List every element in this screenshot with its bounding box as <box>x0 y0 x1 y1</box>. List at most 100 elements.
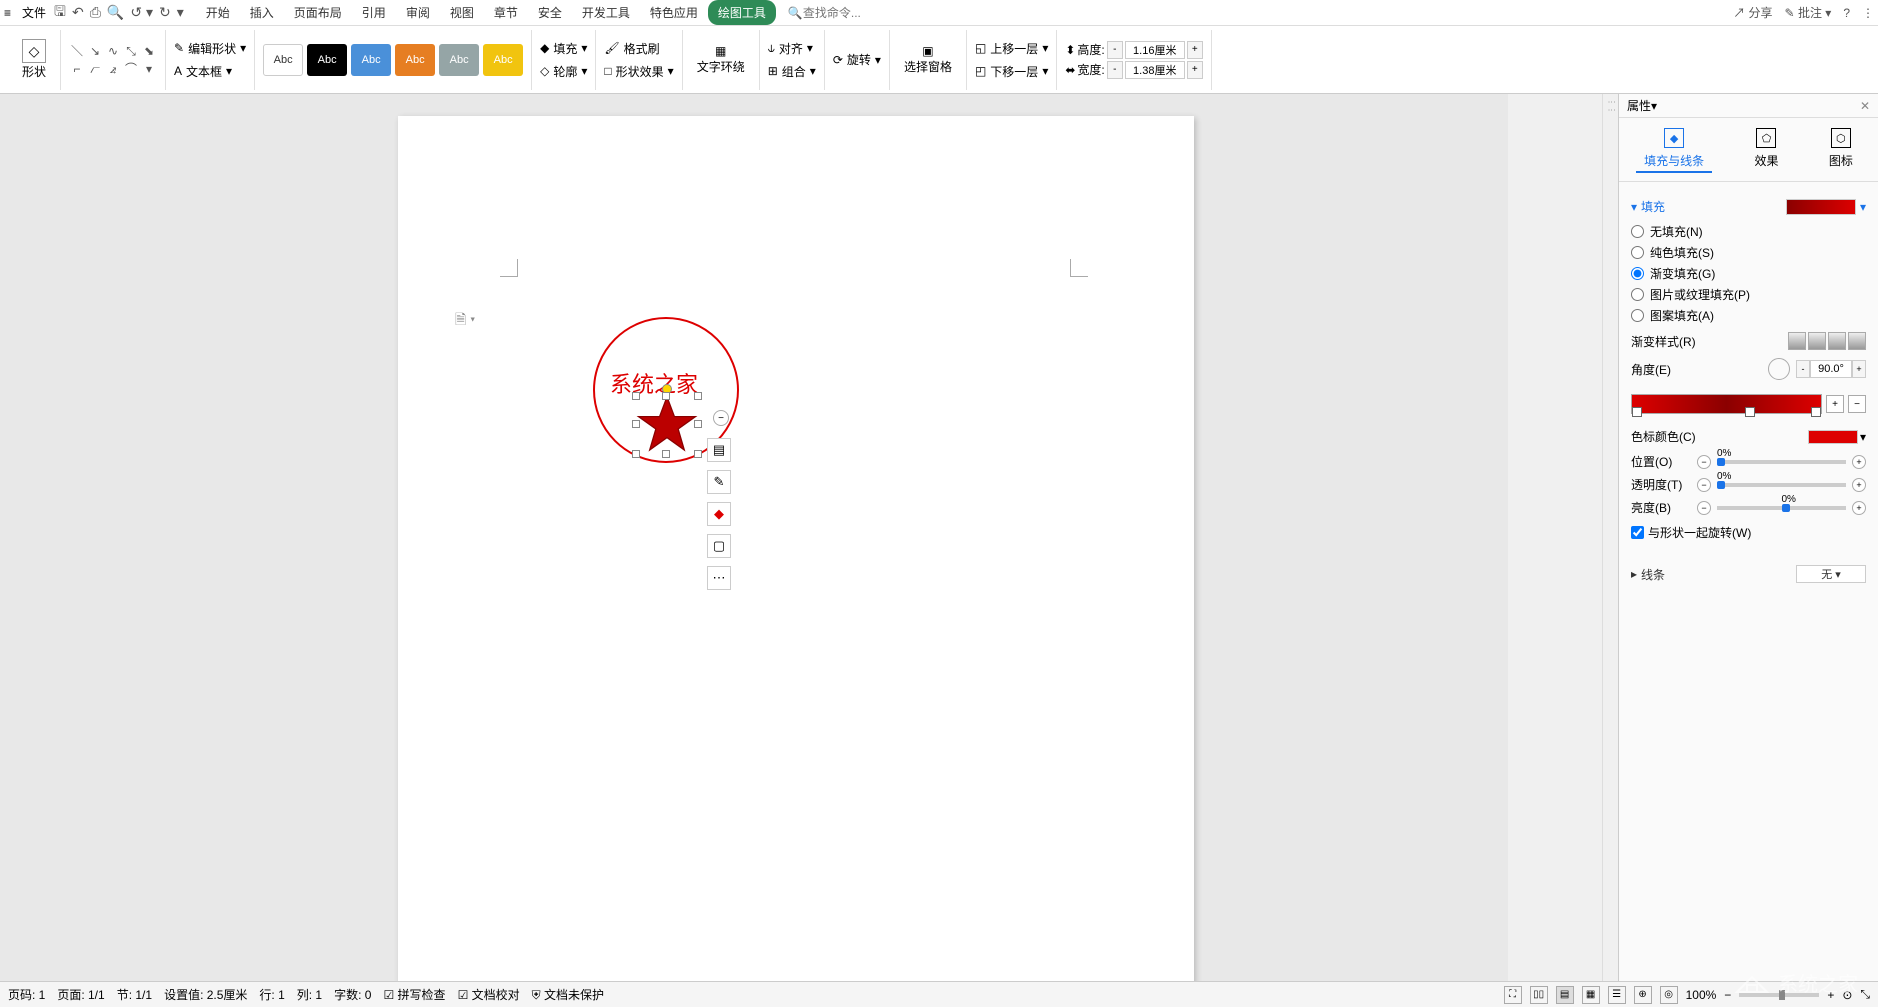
fit-icon[interactable]: ⊙ <box>1842 988 1852 1002</box>
corner-icon[interactable]: ⤡ <box>1860 987 1870 1002</box>
more-icon[interactable]: ⋮ <box>1862 6 1874 20</box>
rotate-button[interactable]: ⟳ 旋转 ▾ <box>833 49 881 70</box>
shape-dropdown[interactable]: ◇ 形状 <box>16 37 52 82</box>
zigzag2-shape[interactable]: ⦨ <box>105 61 121 77</box>
solid-fill-radio[interactable]: 纯色填充(S) <box>1631 244 1866 261</box>
print-preview-icon[interactable]: 🔍 <box>107 4 124 21</box>
star-shape-selected[interactable] <box>636 394 698 454</box>
page-break-indicator[interactable]: 🗎 ▾ <box>455 309 475 333</box>
grad-rect[interactable] <box>1828 332 1846 350</box>
panel-close-icon[interactable]: ✕ <box>1860 99 1870 113</box>
tab-security[interactable]: 安全 <box>528 0 572 25</box>
stop-color-dropdown[interactable]: ▾ <box>1860 430 1866 444</box>
send-backward-button[interactable]: ◰ 下移一层 ▾ <box>975 61 1048 82</box>
tab-icon[interactable]: ⬡ 图标 <box>1821 126 1861 173</box>
line-section-toggle[interactable]: ▸ 线条 无 ▾ <box>1631 565 1866 583</box>
style-6[interactable]: Abc <box>483 44 523 76</box>
float-fill-icon[interactable]: ◆ <box>707 502 731 526</box>
gradient-fill-radio[interactable]: 渐变填充(G) <box>1631 265 1866 282</box>
shape-effect-button[interactable]: □ 形状效果 ▾ <box>604 61 673 82</box>
redo-icon[interactable]: ↻ <box>159 4 171 21</box>
width-incr[interactable]: + <box>1187 61 1203 79</box>
fill-color-chip[interactable] <box>1786 199 1856 215</box>
help-icon[interactable]: ? <box>1843 6 1850 20</box>
pos-incr[interactable]: + <box>1852 455 1866 469</box>
format-painter-button[interactable]: 🖌 格式刷 <box>604 38 673 59</box>
sel-handle-mr[interactable] <box>694 420 702 428</box>
tab-insert[interactable]: 插入 <box>240 0 284 25</box>
brightness-slider[interactable]: 0% <box>1717 506 1846 510</box>
focus-icon[interactable]: ◎ <box>1660 986 1678 1004</box>
print-icon[interactable]: ⎙ <box>90 4 101 21</box>
status-section[interactable]: 节: 1/1 <box>117 986 152 1003</box>
pos-decr[interactable]: − <box>1697 455 1711 469</box>
panel-collapse-strip[interactable]: ⋮⋮ <box>1602 94 1618 981</box>
stop-color-chip[interactable] <box>1808 430 1858 444</box>
style-2[interactable]: Abc <box>307 44 347 76</box>
line-shape[interactable]: ＼ <box>69 43 85 59</box>
style-5[interactable]: Abc <box>439 44 479 76</box>
float-more-icon[interactable]: ⋯ <box>707 566 731 590</box>
line-style-select[interactable]: 无 ▾ <box>1796 565 1866 583</box>
elbow-shape[interactable]: ⌐ <box>69 61 85 77</box>
tab-drawing-tools[interactable]: 绘图工具 <box>708 0 776 25</box>
tab-fill-line[interactable]: ◆ 填充与线条 <box>1636 126 1712 173</box>
command-search[interactable]: 🔍 <box>788 6 883 20</box>
web-layout-icon[interactable]: ▦ <box>1582 986 1600 1004</box>
zigzag-shape[interactable]: ⦧ <box>87 61 103 77</box>
status-docproof[interactable]: ☑ 文档校对 <box>458 986 520 1003</box>
tab-effect[interactable]: ⬠ 效果 <box>1746 126 1786 173</box>
curve-shape[interactable]: ∿ <box>105 43 121 59</box>
file-menu[interactable]: 文件 <box>22 4 46 21</box>
height-decr[interactable]: - <box>1107 41 1123 59</box>
sel-handle-ml[interactable] <box>632 420 640 428</box>
tab-reference[interactable]: 引用 <box>352 0 396 25</box>
rotate-with-shape-checkbox[interactable] <box>1631 526 1644 539</box>
zoom-slider[interactable] <box>1739 993 1819 997</box>
grad-linear[interactable] <box>1788 332 1806 350</box>
sel-handle-bl[interactable] <box>632 450 640 458</box>
annotate-button[interactable]: ✎ 批注 ▾ <box>1785 4 1832 21</box>
trans-incr[interactable]: + <box>1852 478 1866 492</box>
grad-add-stop[interactable]: + <box>1826 395 1844 413</box>
share-button[interactable]: ↗ 分享 <box>1733 4 1772 21</box>
panel-title-dropdown[interactable]: ▾ <box>1651 99 1657 113</box>
zoom-value[interactable]: 100% <box>1686 988 1717 1002</box>
height-incr[interactable]: + <box>1187 41 1203 59</box>
trans-decr[interactable]: − <box>1697 478 1711 492</box>
style-4[interactable]: Abc <box>395 44 435 76</box>
undo-alt-icon[interactable]: ↶ <box>72 4 84 21</box>
status-page-no[interactable]: 页码: 1 <box>8 986 45 1003</box>
sel-handle-tm[interactable] <box>662 392 670 400</box>
arc-shape[interactable]: ⌒ <box>123 61 139 77</box>
bring-forward-button[interactable]: ◱ 上移一层 ▾ <box>975 38 1048 59</box>
tab-view[interactable]: 视图 <box>440 0 484 25</box>
grad-remove-stop[interactable]: − <box>1848 395 1866 413</box>
tab-dev[interactable]: 开发工具 <box>572 0 640 25</box>
quick-add-icon[interactable]: − <box>713 410 729 426</box>
group-button[interactable]: ⊞ 组合 ▾ <box>768 61 816 82</box>
connector-shape[interactable]: ⤡ <box>123 43 139 59</box>
position-slider[interactable]: 0% <box>1717 460 1846 464</box>
width-decr[interactable]: - <box>1107 61 1123 79</box>
no-fill-radio[interactable]: 无填充(N) <box>1631 223 1866 240</box>
save-icon[interactable]: 🖫 <box>54 1 66 25</box>
print-layout-icon[interactable]: ▤ <box>1556 986 1574 1004</box>
float-layout-icon[interactable]: ▤ <box>707 438 731 462</box>
rotate-with-shape-check[interactable]: 与形状一起旋转(W) <box>1631 524 1866 541</box>
undo-icon[interactable]: ↺ ▾ <box>130 4 153 21</box>
tab-special[interactable]: 特色应用 <box>640 0 708 25</box>
width-input[interactable] <box>1125 61 1185 79</box>
status-page[interactable]: 页面: 1/1 <box>57 986 104 1003</box>
outline-view-icon[interactable]: ☰ <box>1608 986 1626 1004</box>
qat-customize-icon[interactable]: ▾ <box>177 4 184 21</box>
sel-handle-tr[interactable] <box>694 392 702 400</box>
text-wrap-button[interactable]: ▦ 文字环绕 <box>691 42 751 77</box>
height-input[interactable] <box>1125 41 1185 59</box>
gradient-bar[interactable] <box>1631 394 1822 414</box>
picture-fill-radio[interactable]: 图片或纹理填充(P) <box>1631 286 1866 303</box>
sel-handle-tl[interactable] <box>632 392 640 400</box>
grad-stop-3[interactable] <box>1811 407 1821 417</box>
bright-incr[interactable]: + <box>1852 501 1866 515</box>
fullscreen-icon[interactable]: ⛶ <box>1504 986 1522 1004</box>
